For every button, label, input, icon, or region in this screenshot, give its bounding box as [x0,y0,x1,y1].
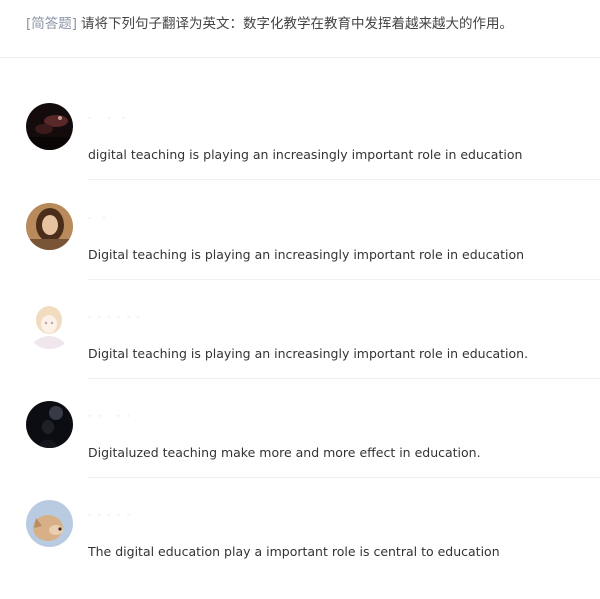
answer-text: The digital education play a important r… [88,544,500,559]
dog-avatar-icon[interactable] [26,500,73,547]
divider [88,477,600,478]
dark-photo-avatar-icon[interactable] [26,103,73,150]
answer-item: · · · · · The digital education play a i… [0,500,600,599]
username-blurred: · · · · · · [88,313,142,323]
answer-item: · · · · Digitaluzed teaching make more a… [0,401,600,500]
portrait-avatar-icon[interactable] [26,203,73,250]
answer-text: Digitaluzed teaching make more and more … [88,445,481,460]
divider [0,57,600,58]
divider [88,378,600,379]
answer-item: · · Digital teaching is playing an incre… [0,203,600,302]
question-type-tag: [简答题] [26,16,78,32]
answer-text: digital teaching is playing an increasin… [88,147,523,162]
username-blurred: · · · · · [88,511,132,521]
answer-text: Digital teaching is playing an increasin… [88,346,529,361]
answer-text: Digital teaching is playing an increasin… [88,247,525,262]
username-blurred: · · · · [88,412,132,422]
divider [88,279,600,280]
dark-figure-avatar-icon[interactable] [26,401,73,448]
username-blurred: · · [88,214,108,224]
anime-avatar-icon[interactable] [26,302,73,349]
answer-item: · · · digital teaching is playing an inc… [0,103,600,202]
divider [88,179,600,180]
question-text: 请将下列句子翻译为英文：数字化教学在教育中发挥着越来越大的作用。 [81,16,514,32]
question-header: [简答题] 请将下列句子翻译为英文：数字化教学在教育中发挥着越来越大的作用。 [26,14,586,34]
answer-item: · · · · · · Digital teaching is playing … [0,302,600,401]
username-blurred: · · · [88,114,127,124]
